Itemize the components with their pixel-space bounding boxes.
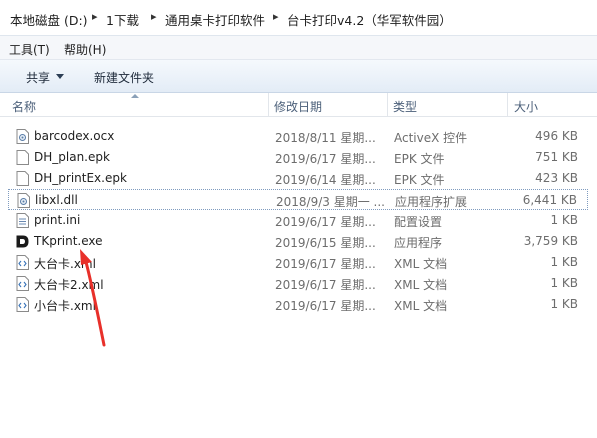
file-size: 1 KB <box>550 276 578 290</box>
file-row[interactable]: 小台卡.xml 2019/6/17 星期... XML 文档 1 KB <box>8 294 588 315</box>
file-type: EPK 文件 <box>394 173 445 187</box>
column-divider[interactable] <box>387 93 388 116</box>
column-divider[interactable] <box>268 93 269 116</box>
file-size: 3,759 KB <box>523 234 578 248</box>
file-date: 2019/6/17 星期... <box>275 152 376 166</box>
sort-ascending-icon <box>131 94 139 98</box>
file-date: 2018/8/11 星期... <box>275 131 376 145</box>
file-date: 2019/6/15 星期... <box>275 236 376 250</box>
file-size: 496 KB <box>535 129 578 143</box>
settings-file-icon <box>17 193 30 208</box>
file-name: DH_plan.epk <box>34 150 110 164</box>
chevron-down-icon[interactable] <box>56 74 64 79</box>
column-divider[interactable] <box>507 93 508 116</box>
settings-file-icon <box>16 129 29 144</box>
file-name: DH_printEx.epk <box>34 171 127 185</box>
app-d-logo-icon <box>16 235 29 248</box>
breadcrumb-drive[interactable]: 本地磁盘 (D:) <box>10 10 88 29</box>
xml-file-icon <box>16 297 29 312</box>
menu-tools[interactable]: 工具(T) <box>9 41 50 58</box>
file-row[interactable]: print.ini 2019/6/17 星期... 配置设置 1 KB <box>8 210 588 231</box>
breadcrumb-current-folder[interactable]: 台卡打印v4.2（华军软件园） <box>287 10 452 29</box>
file-row[interactable]: TKprint.exe 2019/6/15 星期... 应用程序 3,759 K… <box>8 231 588 252</box>
breadcrumb-software-folder[interactable]: 通用桌卡打印软件 <box>165 10 265 29</box>
file-type: XML 文档 <box>394 257 448 271</box>
share-button[interactable]: 共享 <box>26 69 50 86</box>
file-date: 2019/6/17 星期... <box>275 215 376 229</box>
xml-file-icon <box>16 276 29 291</box>
address-bar[interactable]: 本地磁盘 (D:) ▸ 1下载 ▸ 通用桌卡打印软件 ▸ 台卡打印v4.2（华军… <box>0 0 597 36</box>
column-header-row: 名称 修改日期 类型 大小 <box>0 93 597 117</box>
file-date: 2019/6/14 星期... <box>275 173 376 187</box>
blank-file-icon <box>16 171 29 186</box>
file-row[interactable]: 大台卡.xml 2019/6/17 星期... XML 文档 1 KB <box>8 252 588 273</box>
breadcrumb-chevron-icon[interactable]: ▸ <box>92 10 98 23</box>
file-size: 6,441 KB <box>522 193 577 207</box>
command-toolbar: 共享 新建文件夹 <box>0 60 597 93</box>
file-name: barcodex.ocx <box>34 129 115 143</box>
file-type: 应用程序扩展 <box>395 195 468 209</box>
column-header-type[interactable]: 类型 <box>393 98 417 115</box>
column-header-name[interactable]: 名称 <box>12 98 36 115</box>
breadcrumb-chevron-icon[interactable]: ▸ <box>151 10 157 23</box>
breadcrumb-downloads[interactable]: 1下载 <box>106 10 139 29</box>
file-size: 1 KB <box>550 213 578 227</box>
file-type: 配置设置 <box>394 215 443 229</box>
file-date: 2019/6/17 星期... <box>275 299 376 313</box>
file-size: 1 KB <box>550 297 578 311</box>
file-date: 2018/9/3 星期一 ... <box>276 195 385 209</box>
file-type: 应用程序 <box>394 236 443 250</box>
file-name: print.ini <box>34 213 81 227</box>
file-type: XML 文档 <box>394 278 448 292</box>
file-name: libxl.dll <box>35 193 78 207</box>
file-row[interactable]: 大台卡2.xml 2019/6/17 星期... XML 文档 1 KB <box>8 273 588 294</box>
file-type: XML 文档 <box>394 299 448 313</box>
file-size: 1 KB <box>550 255 578 269</box>
ini-file-icon <box>16 213 29 228</box>
xml-file-icon <box>16 255 29 270</box>
column-header-size[interactable]: 大小 <box>514 98 538 115</box>
file-name: 小台卡.xml <box>34 299 96 313</box>
file-size: 751 KB <box>535 150 578 164</box>
file-name: 大台卡.xml <box>34 257 96 271</box>
file-row[interactable]: libxl.dll 2018/9/3 星期一 ... 应用程序扩展 6,441 … <box>8 189 588 210</box>
file-row[interactable]: DH_printEx.epk 2019/6/14 星期... EPK 文件 42… <box>8 168 588 189</box>
new-folder-button[interactable]: 新建文件夹 <box>94 69 154 86</box>
menu-help[interactable]: 帮助(H) <box>64 41 106 58</box>
file-name: TKprint.exe <box>34 234 103 248</box>
file-row[interactable]: barcodex.ocx 2018/8/11 星期... ActiveX 控件 … <box>8 126 588 147</box>
blank-file-icon <box>16 150 29 165</box>
file-type: ActiveX 控件 <box>394 131 468 145</box>
file-row[interactable]: DH_plan.epk 2019/6/17 星期... EPK 文件 751 K… <box>8 147 588 168</box>
file-date: 2019/6/17 星期... <box>275 278 376 292</box>
file-name: 大台卡2.xml <box>34 278 104 292</box>
file-type: EPK 文件 <box>394 152 445 166</box>
file-size: 423 KB <box>535 171 578 185</box>
menu-bar: 工具(T) 帮助(H) <box>0 36 597 60</box>
column-header-date[interactable]: 修改日期 <box>274 98 322 115</box>
file-date: 2019/6/17 星期... <box>275 257 376 271</box>
breadcrumb-chevron-icon[interactable]: ▸ <box>273 10 279 23</box>
